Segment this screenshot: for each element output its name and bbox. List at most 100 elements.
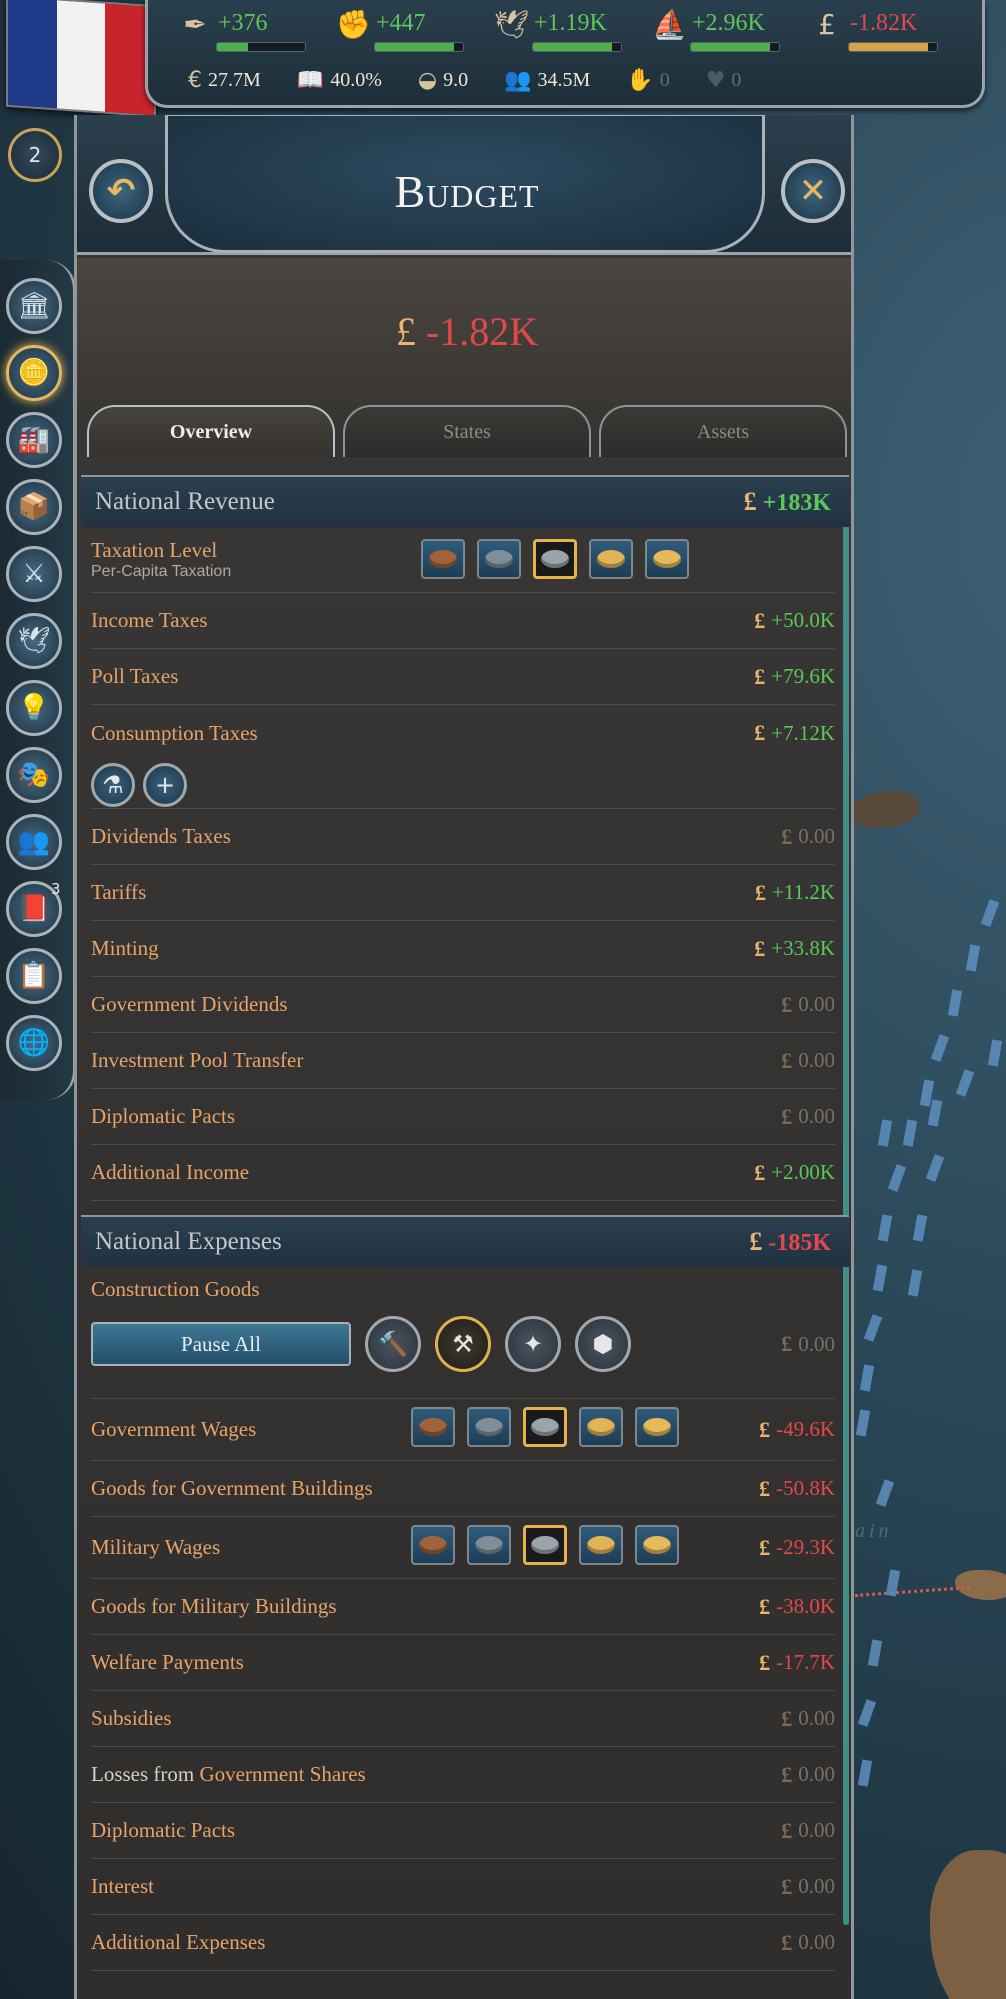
nav-technology-button[interactable]: 💡	[6, 680, 62, 736]
back-button[interactable]: ↶	[89, 159, 153, 223]
row-label: Military Wages	[91, 1535, 221, 1559]
tab-states[interactable]: States	[343, 405, 591, 457]
level-option-3[interactable]	[523, 1525, 567, 1565]
level-option-4[interactable]	[579, 1525, 623, 1565]
budget-row[interactable]: Investment Pool Transfer £0.00	[91, 1033, 835, 1089]
notification-badge: 3	[51, 880, 61, 898]
sea-lane-dash	[965, 944, 981, 972]
level-option-3[interactable]	[523, 1407, 567, 1447]
level-option-2[interactable]	[467, 1525, 511, 1565]
row-label: Poll Taxes	[91, 664, 179, 688]
level-option-1[interactable]	[421, 539, 465, 579]
sea-lane-dash	[887, 1164, 907, 1192]
level-option-5[interactable]	[635, 1407, 679, 1447]
row-amount: £ -38.0K	[759, 1594, 835, 1620]
level-option-5[interactable]	[635, 1525, 679, 1565]
budget-row[interactable]: Interest £0.00	[91, 1859, 835, 1915]
pound-icon: £	[759, 1416, 771, 1442]
scrollbar[interactable]	[843, 475, 849, 1925]
level-option-1[interactable]	[411, 1407, 455, 1447]
nav-budget-button[interactable]: 🪙	[6, 345, 62, 401]
nav-politics-button[interactable]: 🎭	[6, 747, 62, 803]
budget-row[interactable]: Consumption Taxes £ +7.12K	[91, 705, 835, 761]
stat-radicals[interactable]: ✋ 0	[626, 68, 669, 93]
coin-stack-icon	[419, 1536, 447, 1554]
nav-population-button[interactable]: 👥	[6, 814, 62, 870]
budget-row[interactable]: Subsidies £0.00	[91, 1691, 835, 1747]
sea-lane-dash	[877, 1119, 893, 1147]
pause-all-button[interactable]: Pause All	[91, 1322, 351, 1366]
stat-loyalists[interactable]: ♥ 0	[706, 68, 742, 93]
expense-rows: Government Wages £ -49.6K Goods for Governm…	[81, 1399, 849, 1971]
level-option-4[interactable]	[589, 539, 633, 579]
level-option-2[interactable]	[477, 539, 521, 579]
budget-row[interactable]: Losses from Government Shares £0.00	[91, 1747, 835, 1803]
budget-row[interactable]: Income Taxes £ +50.0K	[91, 593, 835, 649]
tab-overview[interactable]: Overview	[87, 405, 335, 457]
level-option-2[interactable]	[467, 1407, 511, 1447]
level-option-1[interactable]	[411, 1525, 455, 1565]
construction-sector-2-icon[interactable]: ⚒	[435, 1316, 491, 1372]
budget-row[interactable]: Diplomatic Pacts £0.00	[91, 1803, 835, 1859]
budget-row[interactable]: Tariffs £ +11.2K	[91, 865, 835, 921]
country-flag[interactable]	[6, 0, 156, 118]
resource-value: -1.82K	[850, 10, 918, 36]
row-amount: £0.00	[781, 1874, 835, 1900]
tab-assets[interactable]: Assets	[599, 405, 847, 457]
budget-row[interactable]: Goods for Government Buildings £ -50.8K	[91, 1461, 835, 1517]
budget-row[interactable]: Government Wages £ -49.6K	[91, 1399, 835, 1461]
pound-icon: £	[781, 1705, 793, 1731]
coin-stack-icon	[531, 1536, 559, 1554]
row-value: 0.00	[798, 1706, 835, 1730]
budget-row[interactable]: Government Dividends £0.00	[91, 977, 835, 1033]
budget-row[interactable]: Minting £ +33.8K	[91, 921, 835, 977]
budget-row[interactable]: Goods for Military Buildings £ -38.0K	[91, 1579, 835, 1635]
nav-government-button[interactable]: 🏛	[6, 278, 62, 334]
budget-row[interactable]: Military Wages £ -29.3K	[91, 1517, 835, 1579]
budget-row[interactable]: Diplomatic Pacts £0.00	[91, 1089, 835, 1145]
consumption-goods-icon[interactable]: ⚗	[91, 762, 135, 807]
nav-journal-button[interactable]: 📕 3	[6, 880, 62, 937]
close-button[interactable]: ✕	[781, 159, 845, 223]
level-option-3[interactable]	[533, 539, 577, 579]
nav-industry-button[interactable]: 🏭	[6, 412, 62, 468]
budget-scroll-area[interactable]: National Revenue £ +183K Taxation Level P…	[81, 475, 849, 1999]
add-tax-button[interactable]: +	[143, 762, 187, 807]
resource-money[interactable]: £ -1.82K	[810, 6, 968, 56]
budget-row[interactable]: Poll Taxes £ +79.6K	[91, 649, 835, 705]
construction-sector-1-icon[interactable]: 🔨	[365, 1316, 421, 1372]
resource-navy[interactable]: ⛵ +2.96K	[652, 6, 810, 56]
resource-influence[interactable]: ✊ +447	[336, 6, 494, 56]
level-option-5[interactable]	[645, 539, 689, 579]
pound-icon: £	[743, 487, 757, 516]
row-label: Diplomatic Pacts	[91, 1104, 236, 1128]
navy-icon: ⛵	[652, 8, 687, 41]
resource-bureaucracy[interactable]: ✒ +376	[178, 6, 336, 56]
budget-row[interactable]: Additional Income £ +2.00K	[91, 1145, 835, 1201]
budget-icon: 🪙	[17, 358, 51, 388]
budget-row[interactable]: Additional Expenses £0.00	[91, 1915, 835, 1971]
pound-icon: £	[759, 1593, 771, 1619]
budget-row[interactable]: Welfare Payments £ -17.7K	[91, 1635, 835, 1691]
construction-sector-4-icon[interactable]: ⬢	[575, 1316, 631, 1372]
pound-icon: £	[749, 1227, 763, 1256]
nav-diplomacy-button[interactable]: 🕊	[6, 613, 62, 669]
stat-literacy[interactable]: 📖 40.0%	[297, 68, 382, 93]
level-option-4[interactable]	[579, 1407, 623, 1447]
stat-standard-of-living[interactable]: ◒ 9.0	[418, 68, 468, 93]
construction-sector-3-icon[interactable]: ✦	[505, 1316, 561, 1372]
stat-gdp[interactable]: €27.7M	[188, 68, 261, 93]
row-amount: £ +50.0K	[754, 608, 835, 634]
coin-stack-icon	[643, 1536, 671, 1554]
rank-value: 2	[28, 143, 42, 167]
nav-ledger-button[interactable]: 📋	[6, 948, 62, 1004]
rank-badge[interactable]: 2	[8, 128, 62, 182]
nav-military-button[interactable]: ⚔	[6, 546, 62, 602]
nav-outliner-button[interactable]: 🌐	[6, 1015, 62, 1071]
standard-of-living-icon: ◒	[417, 68, 438, 93]
nav-market-button[interactable]: 📦	[6, 479, 62, 535]
stat-population[interactable]: 👥 34.5M	[504, 68, 590, 93]
resource-authority[interactable]: 🕊 +1.19K	[494, 6, 652, 56]
budget-row[interactable]: Dividends Taxes £0.00	[91, 809, 835, 865]
coin-stack-icon	[587, 1418, 615, 1436]
